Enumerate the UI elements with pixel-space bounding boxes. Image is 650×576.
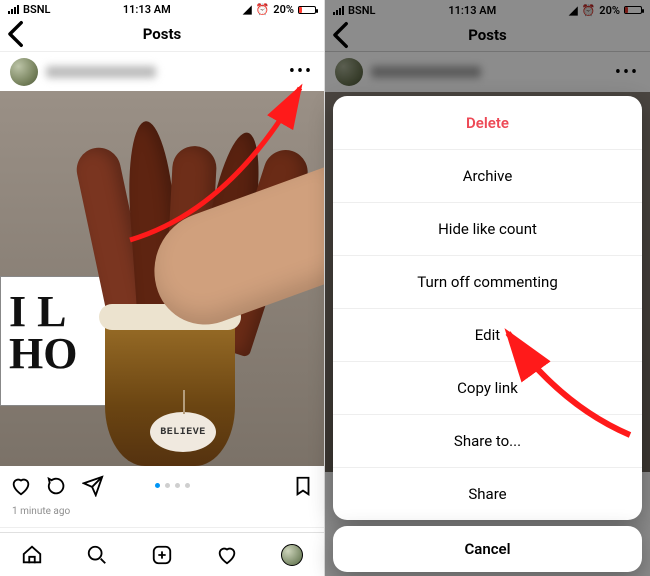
- tab-home[interactable]: [12, 535, 52, 575]
- sheet-share[interactable]: Share: [333, 467, 642, 520]
- avatar[interactable]: [10, 58, 38, 86]
- tab-new-post[interactable]: [142, 535, 182, 575]
- post-action-bar: [0, 466, 324, 505]
- back-button[interactable]: [0, 17, 34, 51]
- sheet-turn-off-commenting[interactable]: Turn off commenting: [333, 255, 642, 308]
- sheet-share-to[interactable]: Share to...: [333, 414, 642, 467]
- bottom-tab-bar: [0, 532, 324, 576]
- screenshot-right: BSNL 11:13 AM ◢ ⏰ 20% Posts ••• hey_san1…: [325, 0, 650, 576]
- wall-sign: I L HO: [0, 276, 115, 406]
- tab-search[interactable]: [77, 535, 117, 575]
- like-icon[interactable]: [10, 475, 32, 497]
- battery-icon: [298, 6, 316, 14]
- signal-icon: [8, 5, 19, 14]
- sheet-hide-like-count[interactable]: Hide like count: [333, 202, 642, 255]
- status-bar: BSNL 11:13 AM ◢ ⏰ 20%: [0, 0, 324, 18]
- sheet-edit[interactable]: Edit: [333, 308, 642, 361]
- location-icon: ◢: [243, 3, 251, 16]
- tab-profile[interactable]: [272, 535, 312, 575]
- page-title: Posts: [0, 25, 324, 43]
- battery-percent: 20%: [273, 3, 294, 16]
- sheet-archive[interactable]: Archive: [333, 149, 642, 202]
- bookmark-icon[interactable]: [292, 475, 314, 497]
- sheet-copy-link[interactable]: Copy link: [333, 361, 642, 414]
- action-sheet: Delete Archive Hide like count Turn off …: [333, 96, 642, 520]
- comment-icon[interactable]: [46, 475, 68, 497]
- post-image[interactable]: I L HO BELIEVE: [0, 91, 324, 466]
- carrier-label: BSNL: [23, 3, 50, 16]
- sheet-cancel[interactable]: Cancel: [333, 526, 642, 572]
- post-timestamp: 1 minute ago: [0, 506, 324, 517]
- post-header: •••: [0, 52, 324, 91]
- username-blurred[interactable]: [46, 66, 156, 78]
- post-more-button[interactable]: •••: [286, 57, 316, 87]
- share-icon[interactable]: [82, 475, 104, 497]
- tab-activity[interactable]: [207, 535, 247, 575]
- alarm-icon: ⏰: [256, 3, 270, 16]
- jar-tag: BELIEVE: [150, 412, 216, 452]
- sheet-delete[interactable]: Delete: [333, 96, 642, 149]
- status-time: 11:13 AM: [123, 3, 171, 16]
- nav-header: Posts: [0, 18, 324, 52]
- carousel-dots: [155, 483, 190, 488]
- screenshot-left: BSNL 11:13 AM ◢ ⏰ 20% Posts ••• I L: [0, 0, 325, 576]
